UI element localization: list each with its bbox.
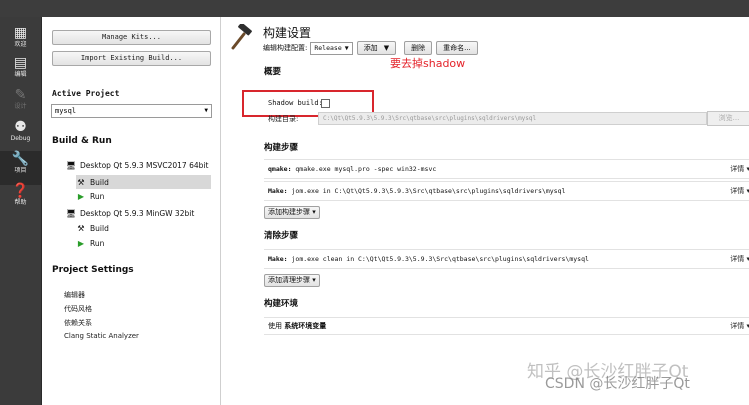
mode-selector-bar: ▦ 欢迎 ▤ 编辑 ✎ 设计 ⚉ Debug 🔧 项目 ❓ 帮助 <box>0 17 42 405</box>
build-config-select[interactable]: Release ▼ <box>310 41 353 55</box>
chevron-down-icon: ▼ <box>344 43 349 52</box>
mode-help[interactable]: ❓ 帮助 <box>0 183 41 217</box>
build-run-heading: Build & Run <box>52 136 112 146</box>
step-details-button[interactable]: 详情 ▾ <box>730 160 749 178</box>
kit-mingw-run-label: Run <box>90 239 105 248</box>
settings-item-dependencies[interactable]: 依赖关系 <box>64 318 92 328</box>
chevron-down-icon: ▼ <box>204 107 208 114</box>
wrench-icon: 🔧 <box>11 151 30 167</box>
kit-msvc-build[interactable]: ⚒ Build <box>76 175 211 189</box>
hammer-icon: ⚒ <box>77 224 85 233</box>
rename-config-button[interactable]: 重命名... <box>436 41 478 55</box>
kit-item-msvc[interactable]: 🖥 Desktop Qt 5.9.3 MSVC2017 64bit <box>66 161 208 170</box>
mode-welcome[interactable]: ▦ 欢迎 <box>0 25 41 59</box>
monitor-icon: 🖥 <box>66 209 77 218</box>
step-command: qmake.exe mysql.pro -spec win32-msvc <box>291 165 437 173</box>
clean-steps-heading: 清除步骤 <box>264 231 299 241</box>
import-existing-build-button[interactable]: Import Existing Build... <box>52 51 211 66</box>
kit-mingw-build[interactable]: ⚒ Build <box>76 224 109 233</box>
page-title: 构建设置 <box>263 26 312 40</box>
kit-msvc-build-label: Build <box>90 177 109 187</box>
clean-step-make[interactable]: Make: jom.exe clean in C:\Qt\Qt5.9.3\5.9… <box>264 249 749 269</box>
build-steps-heading: 构建步骤 <box>264 143 299 153</box>
mode-debug-label: Debug <box>10 135 31 142</box>
add-config-label: 添加 <box>363 44 378 52</box>
overview-heading: 概要 <box>264 67 282 77</box>
mode-welcome-label: 欢迎 <box>14 41 27 48</box>
build-step-make[interactable]: Make: jom.exe in C:\Qt\Qt5.9.3\5.9.3\Src… <box>264 181 749 201</box>
annotation-text: 要去掉shadow <box>390 57 466 70</box>
play-icon: ▶ <box>77 239 85 248</box>
bug-icon: ⚉ <box>14 119 27 135</box>
hammer-icon <box>231 24 252 50</box>
settings-item-code-style[interactable]: 代码风格 <box>64 304 92 314</box>
step-command: jom.exe clean in C:\Qt\Qt5.9.3\5.9.3\Src… <box>287 255 589 263</box>
settings-item-clang-analyzer[interactable]: Clang Static Analyzer <box>64 332 139 340</box>
manage-kits-button[interactable]: Manage Kits... <box>52 30 211 45</box>
build-config-value: Release <box>314 43 342 52</box>
help-icon: ❓ <box>11 183 30 199</box>
build-config-toolbar: 编辑构建配置: Release ▼ 添加 ▼ 删除 重命名... <box>263 41 478 55</box>
document-icon: ▤ <box>13 55 28 71</box>
mode-edit-label: 编辑 <box>14 71 27 78</box>
env-use-label: 使用 <box>268 322 282 330</box>
add-clean-step-button[interactable]: 添加清理步骤 ▾ <box>264 274 320 287</box>
mode-projects[interactable]: 🔧 项目 <box>0 151 41 185</box>
kit-mingw-build-label: Build <box>90 224 109 233</box>
add-build-step-button[interactable]: 添加构建步骤 ▾ <box>264 206 320 219</box>
build-dir-field[interactable]: C:\Qt\Qt5.9.3\5.9.3\Src\qtbase\src\plugi… <box>318 112 707 125</box>
step-details-button[interactable]: 详情 ▾ <box>730 182 749 200</box>
grid-icon: ▦ <box>13 25 28 41</box>
projects-sidebar: Manage Kits... Import Existing Build... … <box>42 17 221 405</box>
shadow-build-label: Shadow build: <box>268 99 323 107</box>
step-tool: Make: <box>268 255 288 263</box>
step-command: jom.exe in C:\Qt\Qt5.9.3\5.9.3\Src\qtbas… <box>287 187 566 195</box>
mode-debug[interactable]: ⚉ Debug <box>0 119 41 153</box>
step-tool: Make: <box>268 187 288 195</box>
project-settings-heading: Project Settings <box>52 265 134 275</box>
mode-help-label: 帮助 <box>14 199 27 206</box>
browse-button[interactable]: 浏览... <box>707 111 749 126</box>
mode-design[interactable]: ✎ 设计 <box>0 87 41 121</box>
play-icon: ▶ <box>77 192 85 201</box>
kit-msvc-run[interactable]: ▶ Run <box>76 192 104 201</box>
build-env-heading: 构建环境 <box>264 299 299 309</box>
add-config-button[interactable]: 添加 ▼ <box>356 41 397 55</box>
monitor-icon: 🖥 <box>66 161 77 170</box>
kit-item-mingw[interactable]: 🖥 Desktop Qt 5.9.3 MinGW 32bit <box>66 209 194 218</box>
build-dir-label: 构建目录: <box>268 115 299 123</box>
mode-edit[interactable]: ▤ 编辑 <box>0 55 41 89</box>
shadow-build-checkbox[interactable] <box>321 99 330 108</box>
env-value: 系统环境变量 <box>284 322 327 330</box>
active-project-value: mysql <box>55 107 77 115</box>
build-settings-panel: 构建设置 编辑构建配置: Release ▼ 添加 ▼ 删除 重命名... 概要… <box>221 17 749 405</box>
active-project-select[interactable]: mysql ▼ <box>51 104 212 118</box>
settings-item-editor[interactable]: 编辑器 <box>64 290 85 300</box>
chevron-down-icon: ▼ <box>383 44 390 52</box>
build-step-qmake[interactable]: qmake: qmake.exe mysql.pro -spec win32-m… <box>264 159 749 179</box>
build-env-row[interactable]: 使用 系统环境变量 详情 ▾ <box>264 317 749 335</box>
step-tool: qmake: <box>268 165 292 173</box>
kit-name: Desktop Qt 5.9.3 MinGW 32bit <box>80 209 195 218</box>
csdn-watermark: CSDN @长沙红胖子Qt <box>545 376 690 392</box>
hammer-icon: ⚒ <box>77 177 85 187</box>
kit-msvc-run-label: Run <box>90 192 105 201</box>
mode-design-label: 设计 <box>14 103 27 110</box>
delete-config-button[interactable]: 删除 <box>404 41 433 55</box>
mode-projects-label: 项目 <box>14 167 27 174</box>
step-details-button[interactable]: 详情 ▾ <box>730 250 749 268</box>
kit-name: Desktop Qt 5.9.3 MSVC2017 64bit <box>80 161 209 170</box>
title-bar <box>0 0 749 18</box>
active-project-heading: Active Project <box>52 89 120 98</box>
env-details-button[interactable]: 详情 ▾ <box>730 318 749 334</box>
kit-mingw-run[interactable]: ▶ Run <box>76 239 104 248</box>
edit-config-label: 编辑构建配置: <box>263 44 308 52</box>
pen-icon: ✎ <box>14 87 27 103</box>
